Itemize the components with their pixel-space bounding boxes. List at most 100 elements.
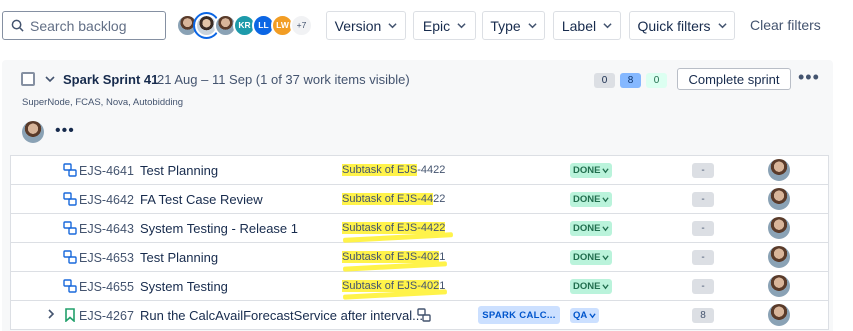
sprint-dates: 21 Aug – 11 Sep (1 of 37 work items visi… (157, 72, 410, 87)
sprint-header: Spark Sprint 41 21 Aug – 11 Sep (1 of 37… (2, 60, 833, 98)
clear-filters-button[interactable]: Clear filters (750, 17, 821, 33)
more-actions-icon[interactable]: ••• (55, 123, 75, 139)
estimate-badge[interactable]: 8 (692, 308, 714, 323)
epic-filter-button[interactable]: Epic (413, 11, 476, 40)
quick-filters-button[interactable]: Quick filters (629, 11, 735, 40)
chevron-down-icon (602, 255, 610, 261)
issue-key[interactable]: EJS-4655 (79, 280, 134, 294)
in-progress-count-badge: 8 (620, 73, 641, 88)
chevron-down-icon (602, 226, 610, 232)
type-filter-label: Type (490, 17, 521, 34)
chevron-down-icon (388, 23, 397, 29)
issue-summary[interactable]: System Testing (140, 279, 228, 294)
issue-key[interactable]: EJS-4267 (79, 309, 134, 323)
chevron-down-icon (602, 197, 610, 203)
issue-key[interactable]: EJS-4653 (79, 251, 134, 265)
estimate-badge[interactable]: - (692, 221, 714, 236)
parent-suffix: 22 (433, 193, 446, 205)
sprint-goal: SuperNode, FCAS, Nova, Autobidding (22, 97, 184, 108)
label-filter-label: Label (561, 17, 597, 34)
type-filter-button[interactable]: Type (482, 11, 545, 40)
issue-summary[interactable]: FA Test Case Review (140, 192, 263, 207)
estimate-badge[interactable]: - (692, 250, 714, 265)
chevron-down-icon (589, 313, 596, 319)
story-icon (65, 308, 75, 322)
sprint-select-checkbox[interactable] (21, 72, 35, 86)
chevron-down-icon (602, 168, 610, 174)
subtask-icon (63, 192, 77, 206)
chevron-down-icon (528, 23, 537, 29)
avatar[interactable] (768, 188, 790, 210)
status-label: DONE (573, 252, 601, 263)
sprint-container: Spark Sprint 41 21 Aug – 11 Sep (1 of 37… (2, 60, 833, 331)
status-label: DONE (573, 281, 601, 292)
status-label: DONE (573, 194, 601, 205)
parent-link[interactable]: Subtask of EJS-4422 (342, 164, 445, 176)
complete-sprint-button[interactable]: Complete sprint (677, 68, 791, 90)
table-row[interactable]: EJS-4642 FA Test Case Review Subtask of … (10, 185, 829, 214)
epic-filter-label: Epic (422, 17, 451, 34)
done-count-badge: 0 (646, 73, 667, 88)
epic-badge[interactable]: SPARK CALC... (478, 306, 560, 324)
chevron-right-icon[interactable] (46, 309, 56, 319)
table-row[interactable]: EJS-4643 System Testing - Release 1 Subt… (10, 214, 829, 243)
todo-count-badge: 0 (594, 73, 615, 88)
chevron-down-icon (602, 284, 610, 290)
avatar[interactable] (22, 121, 44, 143)
label-filter-button[interactable]: Label (553, 11, 621, 40)
table-row[interactable]: EJS-4653 Test Planning Subtask of EJS-40… (10, 243, 829, 272)
search-icon (11, 19, 24, 32)
parent-link[interactable]: Subtask of EJS-4422 (342, 222, 446, 234)
status-dropdown[interactable]: DONE (570, 163, 613, 178)
avatar[interactable] (768, 159, 790, 181)
issue-key[interactable]: EJS-4641 (79, 164, 134, 178)
subtask-icon (417, 308, 431, 322)
sprint-more-actions-icon[interactable]: ••• (798, 68, 820, 86)
estimate-badge[interactable]: - (692, 163, 714, 178)
version-filter-label: Version (334, 17, 382, 34)
assignee-avatar-filter: KR LL LW +7 (176, 11, 313, 39)
avatar[interactable] (768, 304, 790, 326)
backlog-toolbar: Search backlog KR LL LW +7 Version Epic … (0, 0, 853, 50)
parent-link[interactable]: Subtask of EJS-4422 (342, 193, 445, 205)
chevron-down-icon (717, 23, 727, 29)
estimate-badge[interactable]: - (692, 192, 714, 207)
more-avatars-button[interactable]: +7 (290, 13, 313, 37)
status-label: QA (573, 310, 588, 321)
status-dropdown[interactable]: DONE (570, 250, 613, 265)
search-placeholder: Search backlog (30, 17, 127, 34)
parent-highlight: Subtask of EJS-4422 (342, 222, 446, 234)
parent-highlight: Subtask of EJS-402 (342, 251, 440, 263)
issue-summary[interactable]: Test Planning (140, 163, 218, 178)
parent-highlight: Subtask of EJS-44 (342, 193, 434, 205)
search-input[interactable]: Search backlog (2, 11, 166, 40)
sprint-name[interactable]: Spark Sprint 41 (63, 72, 158, 87)
avatar[interactable] (768, 217, 790, 239)
table-row[interactable]: EJS-4655 System Testing Subtask of EJS-4… (10, 272, 829, 301)
estimate-badge[interactable]: - (692, 279, 714, 294)
issue-summary[interactable]: Run the CalcAvailForecastService after i… (140, 308, 423, 323)
issue-key[interactable]: EJS-4642 (79, 193, 134, 207)
status-label: DONE (573, 165, 601, 176)
quick-filters-label: Quick filters (637, 17, 711, 34)
chevron-down-icon (457, 23, 466, 29)
parent-suffix: -4422 (417, 164, 446, 176)
version-filter-button[interactable]: Version (326, 11, 406, 40)
status-dropdown[interactable]: DONE (570, 192, 613, 207)
table-row[interactable]: EJS-4267 Run the CalcAvailForecastServic… (10, 301, 829, 330)
subtask-icon (63, 279, 77, 293)
parent-highlight: Subtask of EJS (342, 164, 418, 176)
issue-summary[interactable]: System Testing - Release 1 (140, 221, 298, 236)
status-dropdown[interactable]: DONE (570, 221, 613, 236)
issue-summary[interactable]: Test Planning (140, 250, 218, 265)
status-dropdown[interactable]: QA (570, 308, 600, 323)
chevron-down-icon[interactable] (45, 74, 55, 84)
issue-key[interactable]: EJS-4643 (79, 222, 134, 236)
subtask-icon (63, 250, 77, 264)
sprint-issue-list: EJS-4641 Test Planning Subtask of EJS-44… (10, 155, 829, 330)
table-row[interactable]: EJS-4641 Test Planning Subtask of EJS-44… (10, 156, 829, 185)
subtask-icon (63, 221, 77, 235)
status-dropdown[interactable]: DONE (570, 279, 613, 294)
avatar[interactable] (768, 275, 790, 297)
avatar[interactable] (768, 246, 790, 268)
